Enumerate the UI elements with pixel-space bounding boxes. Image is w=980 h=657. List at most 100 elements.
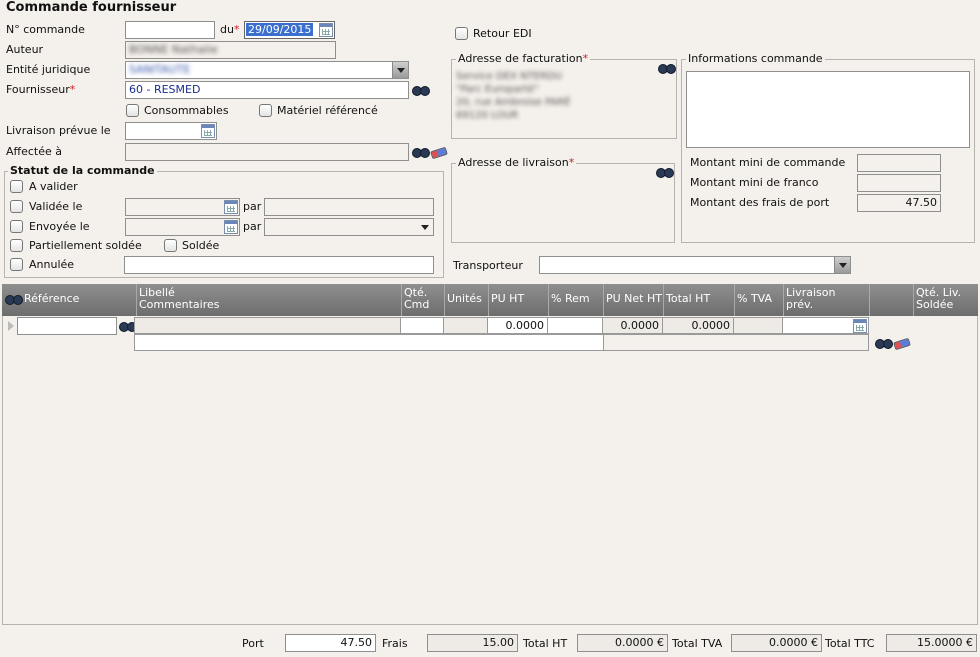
envoyee-checkbox[interactable] (10, 220, 23, 233)
livraison-legend: Adresse de livraison* (456, 156, 577, 169)
search-binoculars-icon[interactable] (412, 146, 430, 158)
validee-checkbox[interactable] (10, 200, 23, 213)
infos-textarea[interactable] (686, 71, 970, 148)
chevron-down-icon[interactable] (392, 62, 408, 78)
auteur-value: BONNE Nathalie (129, 43, 218, 56)
consommables-label: Consommables (144, 104, 229, 117)
calendar-icon (224, 220, 238, 234)
mini-franco-label: Montant mini de franco (690, 176, 819, 189)
total-ht-field: 0.0000 € (577, 634, 668, 652)
transporteur-label: Transporteur (453, 259, 523, 272)
total-tva-field: 0.0000 € (731, 634, 822, 652)
required-mark: * (568, 156, 575, 169)
livraison-fieldset: Adresse de livraison* (451, 156, 675, 243)
row-rem[interactable] (547, 317, 603, 334)
validee-label: Validée le (29, 200, 83, 213)
frais-field: 15.00 (427, 634, 518, 652)
soldee-label: Soldée (182, 239, 220, 252)
chevron-down-icon[interactable] (834, 257, 850, 273)
col-total-ht[interactable]: Total HT (663, 284, 734, 316)
col-pu-net-ht[interactable]: PU Net HT (603, 284, 663, 316)
row-total-ht: 0.0000 (662, 317, 734, 334)
address-line: "Parc Europarté" (456, 84, 539, 95)
date-input[interactable]: 29/09/2015 (244, 21, 335, 39)
envoyee-par-label: par (243, 220, 262, 233)
validee-par-field (264, 198, 434, 216)
col-pu-ht[interactable]: PU HT (488, 284, 548, 316)
numero-input[interactable] (125, 21, 215, 39)
row-reference-input[interactable] (17, 317, 117, 335)
soldee-checkbox[interactable] (164, 239, 177, 252)
search-binoculars-icon[interactable] (875, 337, 893, 349)
partiellement-checkbox[interactable] (10, 239, 23, 252)
address-line: 20, rue Ambroise PARÉ (456, 97, 571, 108)
mini-commande-field (857, 154, 941, 172)
date-value: 29/09/2015 (246, 23, 314, 36)
search-binoculars-icon[interactable] (5, 293, 23, 305)
fournisseur-label-text: Fournisseur (6, 83, 70, 96)
facturation-legend: Adresse de facturation* (456, 52, 591, 65)
materiel-checkbox[interactable] (259, 104, 272, 117)
col-unites[interactable]: Unités (444, 284, 488, 316)
row-livraison-date[interactable] (782, 317, 869, 334)
facturation-address: Service DEX NTERDU "Parc Europarté" 20, … (456, 70, 571, 122)
chevron-down-icon (417, 219, 433, 235)
row-qte-cmd[interactable] (400, 317, 444, 334)
search-binoculars-icon[interactable] (658, 62, 676, 74)
grid-body (2, 316, 978, 625)
fournisseur-input[interactable]: 60 - RESMED (125, 81, 409, 99)
facturation-fieldset: Adresse de facturation* Service DEX NTER… (451, 52, 677, 139)
auteur-field: BONNE Nathalie (125, 41, 336, 59)
grid-header: Référence Libellé Commentaires Qté. Cmd … (2, 284, 978, 316)
port-input[interactable]: 47.50 (285, 634, 376, 652)
retour-edi-checkbox[interactable] (455, 27, 468, 40)
col-qte-liv[interactable]: Qté. Liv. Soldée (913, 284, 978, 316)
col-libelle[interactable]: Libellé Commentaires (136, 284, 401, 316)
consommables-checkbox[interactable] (126, 104, 139, 117)
search-binoculars-icon[interactable] (412, 84, 430, 96)
frais-label: Frais (382, 637, 408, 650)
address-line: Service DEX NTERDU (456, 71, 563, 82)
calendar-icon[interactable] (853, 319, 867, 333)
transporteur-select[interactable] (539, 256, 851, 274)
annulee-field[interactable] (124, 256, 434, 274)
port-label: Port (242, 637, 264, 650)
col-qte-cmd[interactable]: Qté. Cmd (401, 284, 444, 316)
row-pu-ht[interactable]: 0.0000 (487, 317, 548, 334)
materiel-label: Matériel référencé (277, 104, 378, 117)
row-unites (443, 317, 488, 334)
search-binoculars-icon[interactable] (656, 166, 674, 178)
calendar-icon[interactable] (319, 23, 333, 37)
annulee-checkbox[interactable] (10, 258, 23, 271)
frais-port-field: 47.50 (857, 194, 941, 212)
row-pu-net-ht: 0.0000 (602, 317, 663, 334)
row-libelle[interactable] (134, 317, 401, 334)
partiellement-label: Partiellement soldée (29, 239, 142, 252)
auteur-label: Auteur (6, 43, 44, 56)
envoyee-label: Envoyée le (29, 220, 90, 233)
a-valider-checkbox[interactable] (10, 180, 23, 193)
calendar-icon (224, 200, 238, 214)
du-label: du* (220, 23, 239, 36)
col-actions (869, 284, 913, 316)
eraser-icon[interactable] (430, 146, 448, 160)
a-valider-label: A valider (29, 180, 78, 193)
col-rem[interactable]: % Rem (548, 284, 603, 316)
infos-legend: Informations commande (686, 52, 825, 65)
affectee-label: Affectée à (6, 145, 63, 158)
row-pointer-icon (8, 321, 14, 331)
entite-select[interactable]: SANITAUTE (125, 61, 409, 79)
calendar-icon[interactable] (201, 124, 215, 138)
address-line: 69120 LOUR (456, 110, 519, 121)
col-reference[interactable]: Référence (22, 284, 136, 316)
required-mark: * (69, 83, 76, 96)
total-ht-label: Total HT (523, 637, 568, 650)
row-commentaire[interactable] (134, 334, 604, 351)
envoyee-par-select (264, 218, 434, 236)
required-mark: * (582, 52, 589, 65)
livraison-date-input[interactable] (125, 122, 217, 140)
validee-par-label: par (243, 200, 262, 213)
facturation-legend-text: Adresse de facturation (458, 52, 583, 65)
col-livraison[interactable]: Livraison prév. (783, 284, 869, 316)
col-tva[interactable]: % TVA (734, 284, 783, 316)
